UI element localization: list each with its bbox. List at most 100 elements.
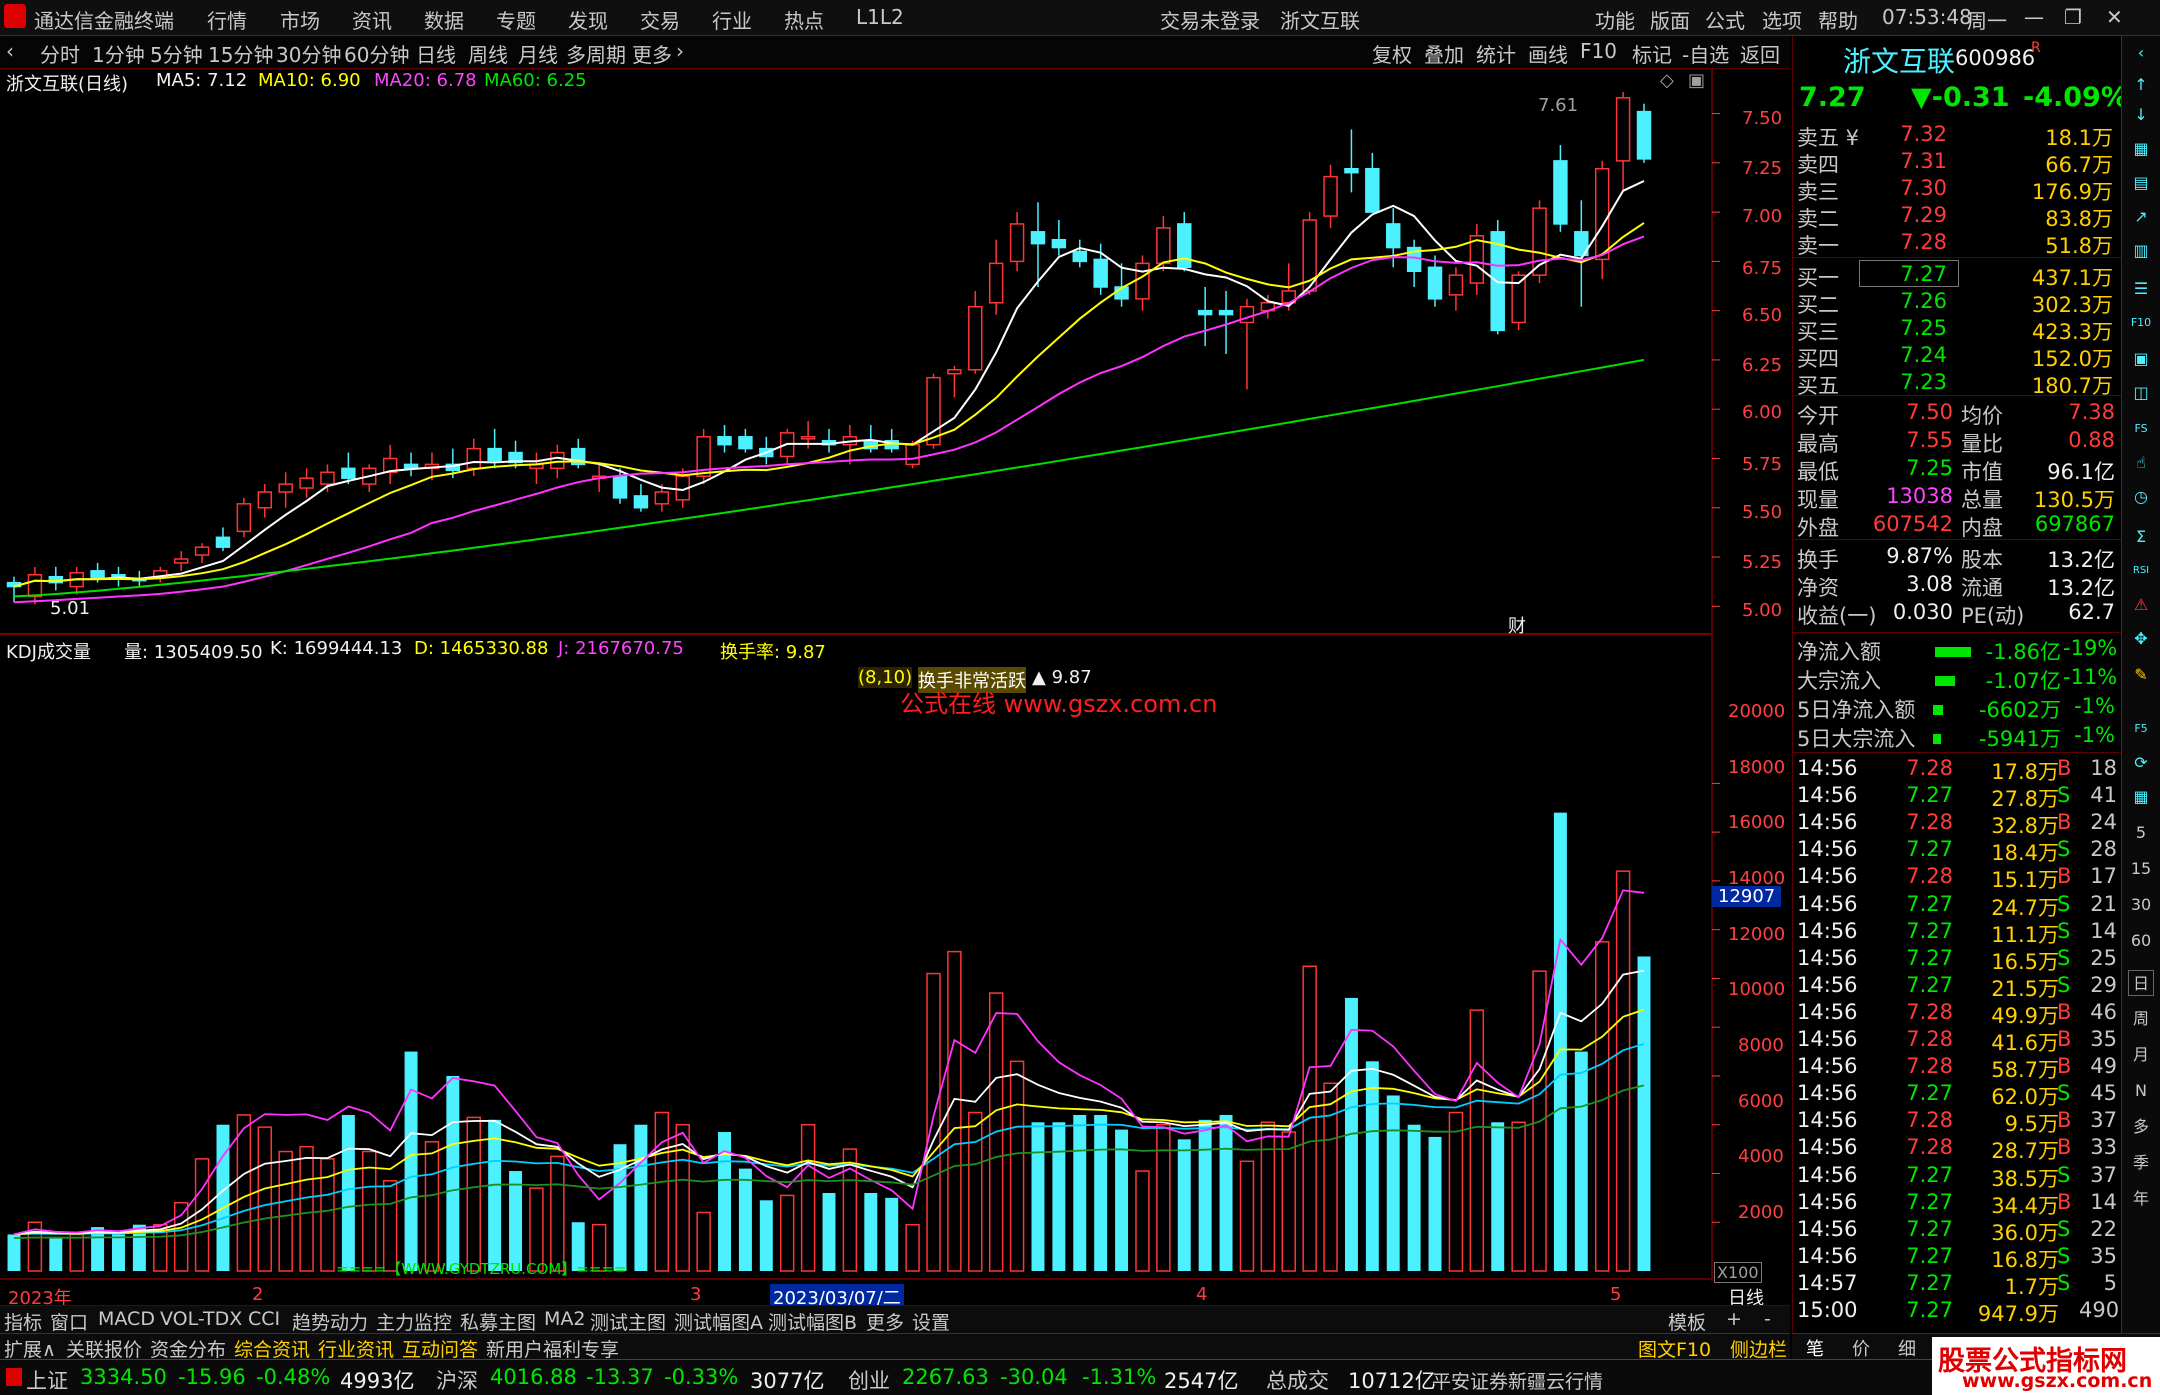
index-name-hs[interactable]: 沪深	[436, 1365, 478, 1395]
menu-item-layout[interactable]: 版面	[1650, 5, 1690, 34]
tab-industry-info[interactable]: 行业资讯	[318, 1335, 394, 1362]
period-tab[interactable]: 5分钟	[150, 39, 203, 68]
menu-item-hot[interactable]: 热点	[784, 5, 824, 34]
period-tab[interactable]: 30分钟	[276, 39, 341, 68]
tab-extend[interactable]: 扩展∧	[4, 1335, 56, 1362]
rsi-icon[interactable]: RSI	[2128, 558, 2154, 584]
fund-icon[interactable]: ◫	[2128, 380, 2154, 406]
period-month[interactable]: 月	[2128, 1042, 2154, 1068]
period-year[interactable]: 年	[2128, 1186, 2154, 1212]
tab-main-monitor[interactable]: 主力监控	[376, 1308, 452, 1335]
period-60[interactable]: 60	[2128, 928, 2154, 954]
tab-private[interactable]: 私募主图	[460, 1308, 536, 1335]
menu-item-l1l2[interactable]: L1L2	[856, 5, 904, 29]
trade-status[interactable]: 交易未登录	[1160, 5, 1260, 34]
fs-icon[interactable]: FS	[2128, 416, 2154, 442]
period-tab[interactable]: 15分钟	[208, 39, 273, 68]
tab-qa[interactable]: 互动问答	[402, 1335, 478, 1362]
table-icon[interactable]: ▦	[2128, 136, 2154, 162]
restore-icon[interactable]: ❐	[2064, 5, 2082, 29]
period-tab-active[interactable]: 日线	[416, 39, 456, 68]
menu-item-discover[interactable]: 发现	[568, 5, 608, 34]
toolbar-action[interactable]: 画线	[1528, 39, 1568, 68]
refresh-icon[interactable]: ⟳	[2128, 750, 2154, 776]
minimize-icon[interactable]: —	[2024, 5, 2044, 29]
index-name-cy[interactable]: 创业	[848, 1365, 890, 1395]
menu-item-trade[interactable]: 交易	[640, 5, 680, 34]
news-icon[interactable]: ▣	[2128, 346, 2154, 372]
chevron-right-icon[interactable]: ›	[676, 39, 684, 63]
hand-icon[interactable]: ☝	[2128, 450, 2154, 476]
tab-info[interactable]: 综合资讯	[234, 1335, 310, 1362]
toolbar-action[interactable]: 统计	[1476, 39, 1516, 68]
arrow-up-icon[interactable]: ↑	[2128, 72, 2154, 98]
f5-icon[interactable]: F5	[2128, 716, 2154, 742]
alert-icon[interactable]: ⚠	[2128, 592, 2154, 618]
menu-item-topic[interactable]: 专题	[496, 5, 536, 34]
tab-cci[interactable]: CCI	[248, 1308, 280, 1330]
list-icon[interactable]: ☰	[2128, 276, 2154, 302]
pen-icon[interactable]: ✎	[2128, 662, 2154, 688]
menu-item-function[interactable]: 功能	[1595, 5, 1635, 34]
collapse-icon[interactable]: ‹	[6, 39, 14, 63]
grid-icon[interactable]: ▤	[2128, 170, 2154, 196]
toolbar-action[interactable]: -自选	[1682, 39, 1729, 68]
toolbar-action[interactable]: 叠加	[1424, 39, 1464, 68]
tab-ticks[interactable]: 笔	[1806, 1335, 1824, 1361]
grid2-icon[interactable]: ▦	[2128, 784, 2154, 810]
period-tab-more[interactable]: 更多	[632, 39, 672, 68]
toolbar-action[interactable]: F10	[1580, 39, 1617, 63]
tab-macd[interactable]: MACD	[98, 1308, 155, 1330]
period-15[interactable]: 15	[2128, 856, 2154, 882]
tab-sidebar[interactable]: 侧边栏	[1730, 1335, 1787, 1362]
period-5[interactable]: 5	[2128, 820, 2154, 846]
period-n[interactable]: N	[2128, 1078, 2154, 1104]
kline-icon[interactable]: ▥	[2128, 238, 2154, 264]
tab-trend[interactable]: 趋势动力	[292, 1308, 368, 1335]
tab-detail[interactable]: 细	[1898, 1335, 1916, 1361]
collapse-left-icon[interactable]: ‹	[2128, 40, 2154, 66]
f10-icon[interactable]: F10	[2128, 310, 2154, 336]
period-tab[interactable]: 周线	[468, 39, 508, 68]
tab-f10-text[interactable]: 图文F10	[1638, 1335, 1711, 1362]
period-multi[interactable]: 多	[2128, 1114, 2154, 1140]
toolbar-action[interactable]: 复权	[1372, 39, 1412, 68]
sum-icon[interactable]: Σ	[2128, 524, 2154, 550]
arrow-down-icon[interactable]: ↓	[2128, 102, 2154, 128]
tab-template[interactable]: 模板	[1668, 1308, 1706, 1335]
menu-item-help[interactable]: 帮助	[1818, 5, 1858, 34]
tab-fund-dist[interactable]: 资金分布	[150, 1335, 226, 1362]
menu-item-formula[interactable]: 公式	[1705, 5, 1745, 34]
tab-window[interactable]: 窗口	[50, 1308, 88, 1335]
tab-price[interactable]: 价	[1852, 1335, 1870, 1361]
period-tab[interactable]: 分时	[40, 39, 80, 68]
menu-item-board[interactable]: 市场	[280, 5, 320, 34]
menu-item-options[interactable]: 选项	[1762, 5, 1802, 34]
tab-new-user[interactable]: 新用户福利专享	[486, 1335, 619, 1362]
menu-item-data[interactable]: 数据	[424, 5, 464, 34]
financial-marker[interactable]: 财	[1508, 612, 1526, 638]
tab-test-b[interactable]: 测试幅图B	[768, 1308, 857, 1335]
period-tab[interactable]: 月线	[518, 39, 558, 68]
period-quarter[interactable]: 季	[2128, 1150, 2154, 1176]
toolbar-action[interactable]: 标记	[1632, 39, 1672, 68]
period-week[interactable]: 周	[2128, 1006, 2154, 1032]
tab-plus[interactable]: +	[1726, 1308, 1742, 1330]
period-tab[interactable]: 60分钟	[344, 39, 409, 68]
tab-test-main[interactable]: 测试主图	[590, 1308, 666, 1335]
toolbar-action[interactable]: 返回	[1740, 39, 1780, 68]
tab-settings[interactable]: 设置	[912, 1308, 950, 1335]
index-name-sh[interactable]: 上证	[26, 1365, 68, 1395]
tab-ma2[interactable]: MA2	[544, 1308, 585, 1330]
period-tab[interactable]: 1分钟	[92, 39, 145, 68]
panel-maximize-icon[interactable]: ▣	[1688, 70, 1705, 91]
move-icon[interactable]: ✥	[2128, 626, 2154, 652]
panel-settings-icon[interactable]: ◇	[1660, 70, 1674, 91]
tab-more[interactable]: 更多	[866, 1308, 904, 1335]
menu-item-news[interactable]: 资讯	[352, 5, 392, 34]
close-icon[interactable]: ✕	[2106, 5, 2123, 29]
tab-minus[interactable]: -	[1764, 1308, 1771, 1330]
tab-related-quotes[interactable]: 关联报价	[66, 1335, 142, 1362]
period-30[interactable]: 30	[2128, 892, 2154, 918]
tab-indicator[interactable]: 指标	[4, 1308, 42, 1335]
